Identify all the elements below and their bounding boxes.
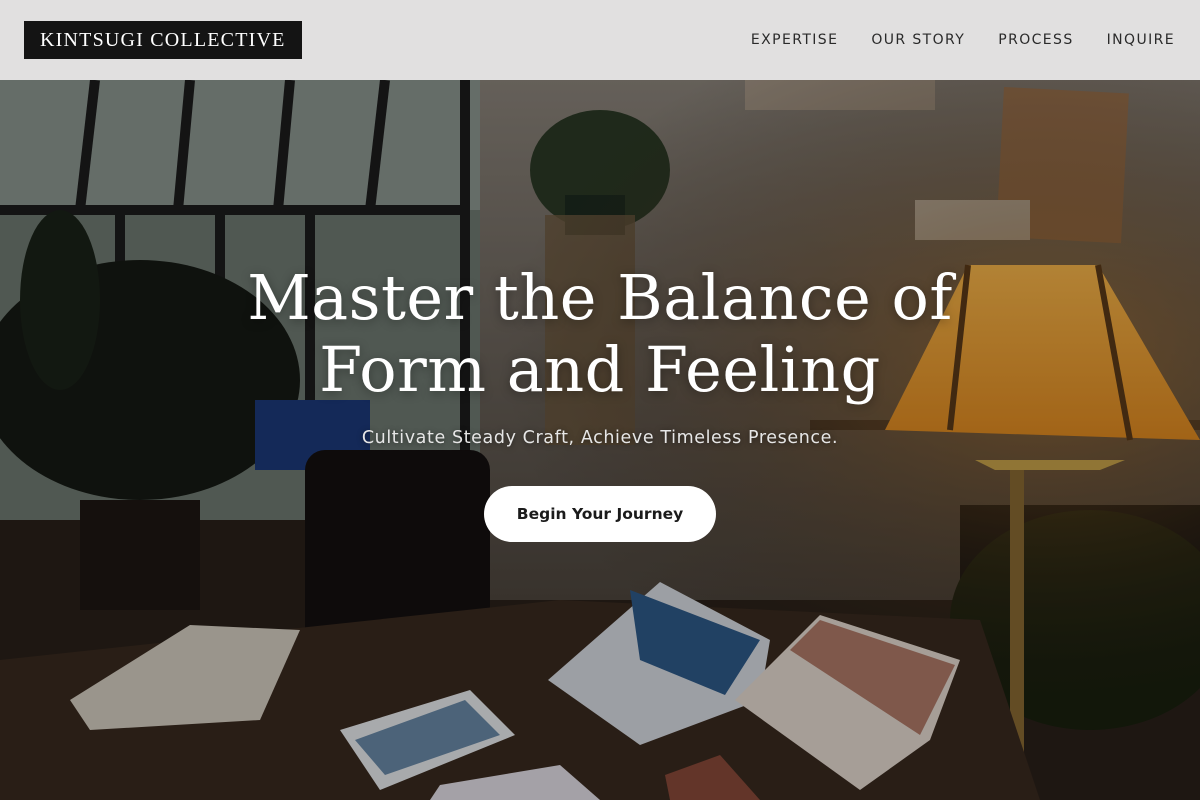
brand-logo[interactable]: KINTSUGI COLLECTIVE [24,21,302,59]
hero-section: Master the Balance of Form and Feeling C… [0,80,1200,800]
nav-link-our-story[interactable]: OUR STORY [871,32,965,48]
nav-link-process[interactable]: PROCESS [998,32,1073,48]
hero-title: Master the Balance of Form and Feeling [0,262,1200,406]
nav-link-inquire[interactable]: INQUIRE [1107,32,1175,48]
hero-title-line-2: Form and Feeling [319,333,881,406]
hero-subtitle: Cultivate Steady Craft, Achieve Timeless… [361,428,839,448]
site-header: KINTSUGI COLLECTIVE EXPERTISE OUR STORY … [0,0,1200,80]
main-nav: EXPERTISE OUR STORY PROCESS INQUIRE [751,32,1176,48]
hero-title-line-1: Master the Balance of [247,261,953,334]
begin-journey-button[interactable]: Begin Your Journey [484,486,716,542]
nav-link-expertise[interactable]: EXPERTISE [751,32,838,48]
